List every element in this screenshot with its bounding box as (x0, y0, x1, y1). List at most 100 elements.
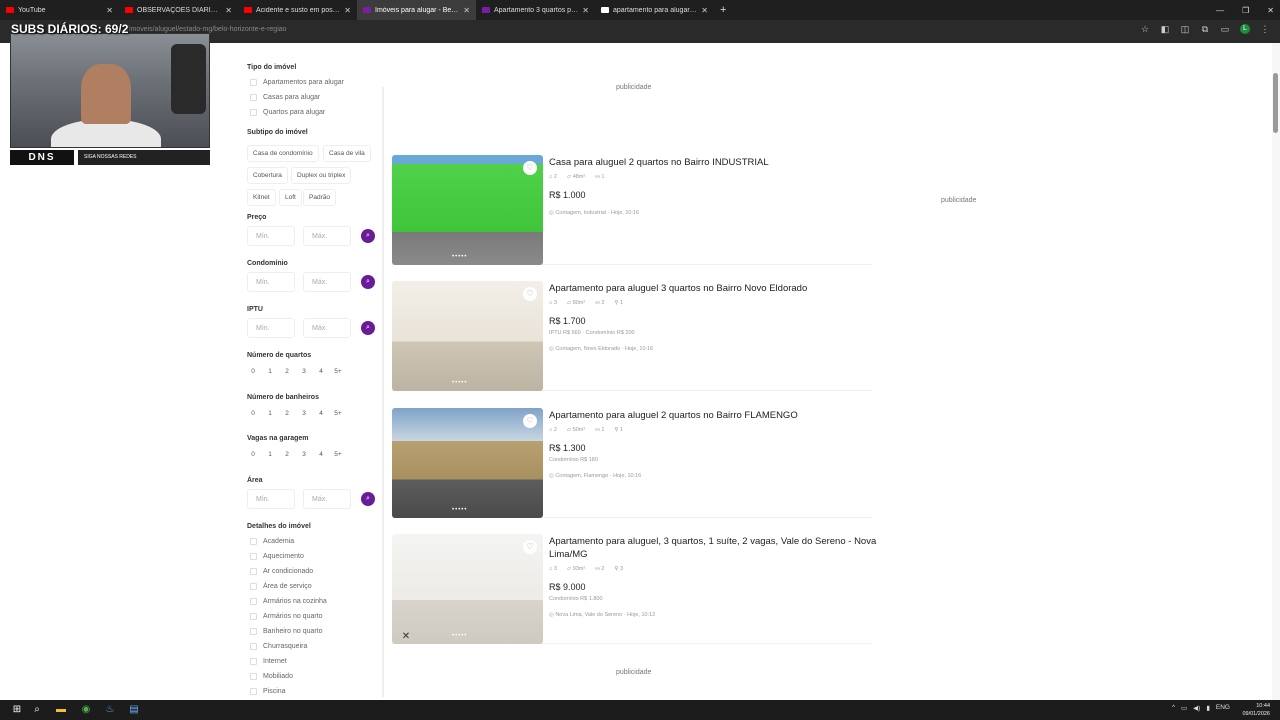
windows-start-icon[interactable]: ⊞ (10, 703, 24, 717)
checkbox-box[interactable] (250, 583, 257, 590)
count-option[interactable]: 2 (280, 410, 294, 417)
steam-icon[interactable]: ♨ (103, 703, 117, 717)
filter-checkbox[interactable]: Armários na cozinha (250, 598, 327, 605)
extension-icon[interactable]: ◫ (1180, 24, 1190, 34)
volume-icon[interactable]: ◀) (1193, 704, 1200, 712)
tab-close-icon[interactable]: ✕ (344, 6, 351, 15)
count-option[interactable]: 0 (246, 368, 260, 375)
count-option[interactable]: 1 (263, 368, 277, 375)
battery-icon[interactable]: ▮ (1206, 704, 1210, 712)
photo-carousel-dots[interactable]: ••••• (452, 633, 468, 639)
browser-tab[interactable]: OBSERVAÇÕES DIÁRIAS (EP. 20 ✕ (119, 0, 238, 20)
profile-avatar[interactable]: L (1240, 24, 1250, 34)
count-option[interactable]: 2 (280, 368, 294, 375)
subtype-chip[interactable]: Kitnet (247, 189, 276, 206)
checkbox-box[interactable] (250, 79, 257, 86)
network-icon[interactable]: ▭ (1181, 704, 1187, 712)
photo-carousel-dots[interactable]: ••••• (452, 254, 468, 260)
checkbox-box[interactable] (250, 658, 257, 665)
tab-close-icon[interactable]: ✕ (463, 6, 470, 15)
subtype-chip[interactable]: Padrão (303, 189, 336, 206)
max-input[interactable]: Máx. (303, 318, 351, 338)
checkbox-box[interactable] (250, 598, 257, 605)
side-panel-icon[interactable]: ▭ (1220, 24, 1230, 34)
checkbox-box[interactable] (250, 688, 257, 695)
sidebar-scrollbar[interactable] (382, 87, 384, 697)
filter-checkbox[interactable]: Casas para alugar (250, 94, 320, 101)
min-input[interactable]: Mín. (247, 272, 295, 292)
listing-photo[interactable]: ••••• (392, 534, 543, 644)
filter-checkbox[interactable]: Apartamentos para alugar (250, 79, 344, 86)
browser-tab[interactable]: Apartamento 3 quartos para al ✕ (476, 0, 595, 20)
page-scrollbar[interactable] (1272, 43, 1280, 700)
count-option[interactable]: 3 (297, 410, 311, 417)
subtype-chip[interactable]: Cobertura (247, 167, 288, 184)
favorite-heart-icon[interactable]: ♡ (523, 287, 537, 301)
min-input[interactable]: Mín. (247, 318, 295, 338)
count-option[interactable]: 5+ (331, 368, 345, 375)
apply-search-button[interactable]: ⌕ (361, 229, 375, 243)
minimize-icon[interactable]: — (1216, 6, 1224, 15)
filter-checkbox[interactable]: Área de serviço (250, 583, 312, 590)
listing-photo[interactable]: ••••• (392, 281, 543, 391)
listing-title[interactable]: Apartamento para aluguel, 3 quartos, 1 s… (549, 535, 879, 561)
count-option[interactable]: 1 (263, 451, 277, 458)
filter-checkbox[interactable]: Piscina (250, 688, 286, 695)
apply-search-button[interactable]: ⌕ (361, 492, 375, 506)
min-input[interactable]: Mín. (247, 226, 295, 246)
chevron-up-icon[interactable]: ^ (1172, 704, 1175, 712)
count-option[interactable]: 4 (314, 410, 328, 417)
checkbox-box[interactable] (250, 553, 257, 560)
count-option[interactable]: 0 (246, 410, 260, 417)
tab-close-icon[interactable]: ✕ (106, 6, 113, 15)
max-input[interactable]: Máx. (303, 489, 351, 509)
new-tab-button[interactable]: + (720, 4, 726, 16)
apply-search-button[interactable]: ⌕ (361, 275, 375, 289)
count-option[interactable]: 4 (314, 368, 328, 375)
count-option[interactable]: 5+ (331, 451, 345, 458)
listing-card[interactable]: ••••• ♡ Apartamento para aluguel 2 quartos… (392, 408, 872, 518)
count-option[interactable]: 3 (297, 368, 311, 375)
subtype-chip[interactable]: Duplex ou triplex (291, 167, 352, 184)
filter-checkbox[interactable]: Quartos para alugar (250, 109, 325, 116)
url-text[interactable]: …/imoveis/aluguel/estado-mg/belo-horizon… (120, 26, 287, 33)
min-input[interactable]: Mín. (247, 489, 295, 509)
checkbox-box[interactable] (250, 673, 257, 680)
close-ad-icon[interactable]: ✕ (398, 629, 414, 645)
checkbox-box[interactable] (250, 643, 257, 650)
filter-checkbox[interactable]: Aquecimento (250, 553, 304, 560)
bookmark-star-icon[interactable]: ☆ (1140, 24, 1150, 34)
browser-tab[interactable]: YouTube ✕ (0, 0, 119, 20)
language-indicator[interactable]: ENG (1216, 704, 1230, 712)
filter-checkbox[interactable]: Churrasqueira (250, 643, 307, 650)
apply-search-button[interactable]: ⌕ (361, 321, 375, 335)
maximize-icon[interactable]: ❐ (1242, 6, 1249, 15)
tab-close-icon[interactable]: ✕ (225, 6, 232, 15)
listing-card[interactable]: ••••• ♡ Apartamento para aluguel, 3 quarto… (392, 534, 876, 644)
filter-checkbox[interactable]: Ar condicionado (250, 568, 313, 575)
filter-checkbox[interactable]: Academia (250, 538, 294, 545)
menu-kebab-icon[interactable]: ⋮ (1260, 24, 1270, 34)
checkbox-box[interactable] (250, 568, 257, 575)
subtype-chip[interactable]: Loft (279, 189, 302, 206)
browser-tab[interactable]: apartamento para alugar no b ✕ (595, 0, 714, 20)
photo-carousel-dots[interactable]: ••••• (452, 380, 468, 386)
filter-checkbox[interactable]: Armários no quarto (250, 613, 323, 620)
search-icon[interactable]: ⌕ (30, 703, 44, 717)
checkbox-box[interactable] (250, 613, 257, 620)
listing-photo[interactable]: ••••• (392, 408, 543, 518)
tab-close-icon[interactable]: ✕ (701, 6, 708, 15)
extension-icon[interactable]: ◧ (1160, 24, 1170, 34)
filter-checkbox[interactable]: Mobiliado (250, 673, 293, 680)
close-window-icon[interactable]: ✕ (1267, 6, 1274, 15)
photo-carousel-dots[interactable]: ••••• (452, 507, 468, 513)
listing-card[interactable]: ••••• ♡ Casa para aluguel 2 quartos no Bai… (392, 155, 872, 265)
count-option[interactable]: 0 (246, 451, 260, 458)
checkbox-box[interactable] (250, 109, 257, 116)
file-explorer-icon[interactable]: ▬ (54, 703, 68, 717)
count-option[interactable]: 1 (263, 410, 277, 417)
app-icon[interactable]: ▤ (127, 703, 141, 717)
listing-title[interactable]: Apartamento para aluguel 2 quartos no Ba… (549, 409, 879, 422)
count-option[interactable]: 2 (280, 451, 294, 458)
puzzle-icon[interactable]: ⧉ (1200, 24, 1210, 34)
